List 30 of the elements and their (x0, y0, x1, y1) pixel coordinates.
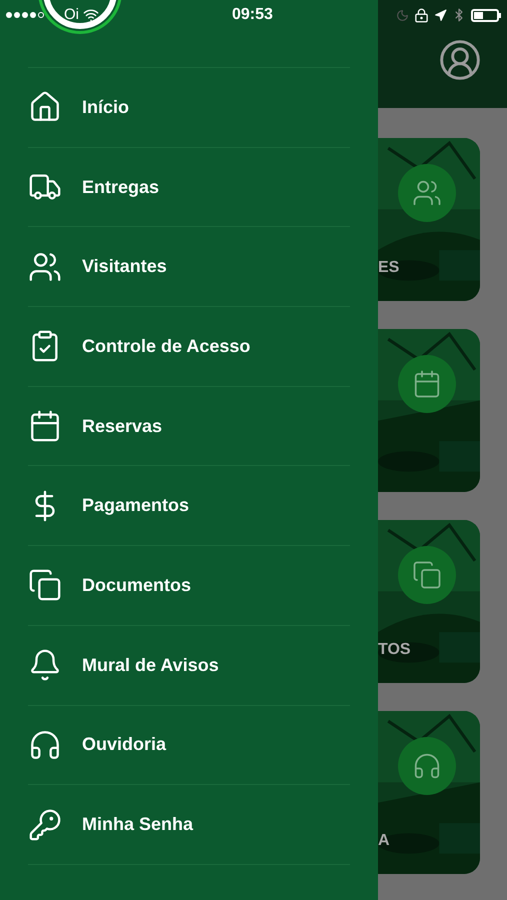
menu-item[interactable]: Reservas (28, 386, 350, 466)
key-icon (28, 808, 62, 842)
carrier-name: Oi (64, 4, 79, 25)
menu-item[interactable]: Documentos (28, 546, 350, 625)
battery-icon (471, 8, 501, 22)
documents-icon (412, 560, 442, 590)
calendar-icon (28, 409, 62, 444)
menu-item[interactable]: Entregas (28, 148, 350, 226)
card-label: TOS (378, 640, 411, 660)
menu-item[interactable]: Ouvidoria (28, 706, 350, 784)
menu-item[interactable]: Pagamentos (28, 466, 350, 546)
location-icon (434, 8, 447, 22)
lock-icon (414, 8, 429, 22)
calendar-icon (412, 369, 442, 399)
wifi-icon (83, 7, 99, 23)
menu-item[interactable]: Controle de Acesso (28, 307, 350, 386)
documents-icon (28, 568, 62, 602)
menu-item[interactable]: Minha Senha (28, 785, 350, 864)
moon-icon (396, 8, 409, 22)
signal-icon (6, 12, 44, 18)
profile-icon[interactable] (438, 38, 482, 82)
status-time: 09:53 (232, 5, 273, 25)
menu-item[interactable]: Mural de Avisos (28, 626, 350, 704)
menu-item[interactable]: Visitantes (28, 227, 350, 306)
people-icon (412, 178, 442, 208)
menu-item[interactable]: Início (28, 68, 350, 147)
bell-icon (28, 648, 62, 682)
card-label: ES (378, 258, 400, 278)
headset-icon (412, 751, 442, 781)
card-label: A (378, 831, 390, 851)
